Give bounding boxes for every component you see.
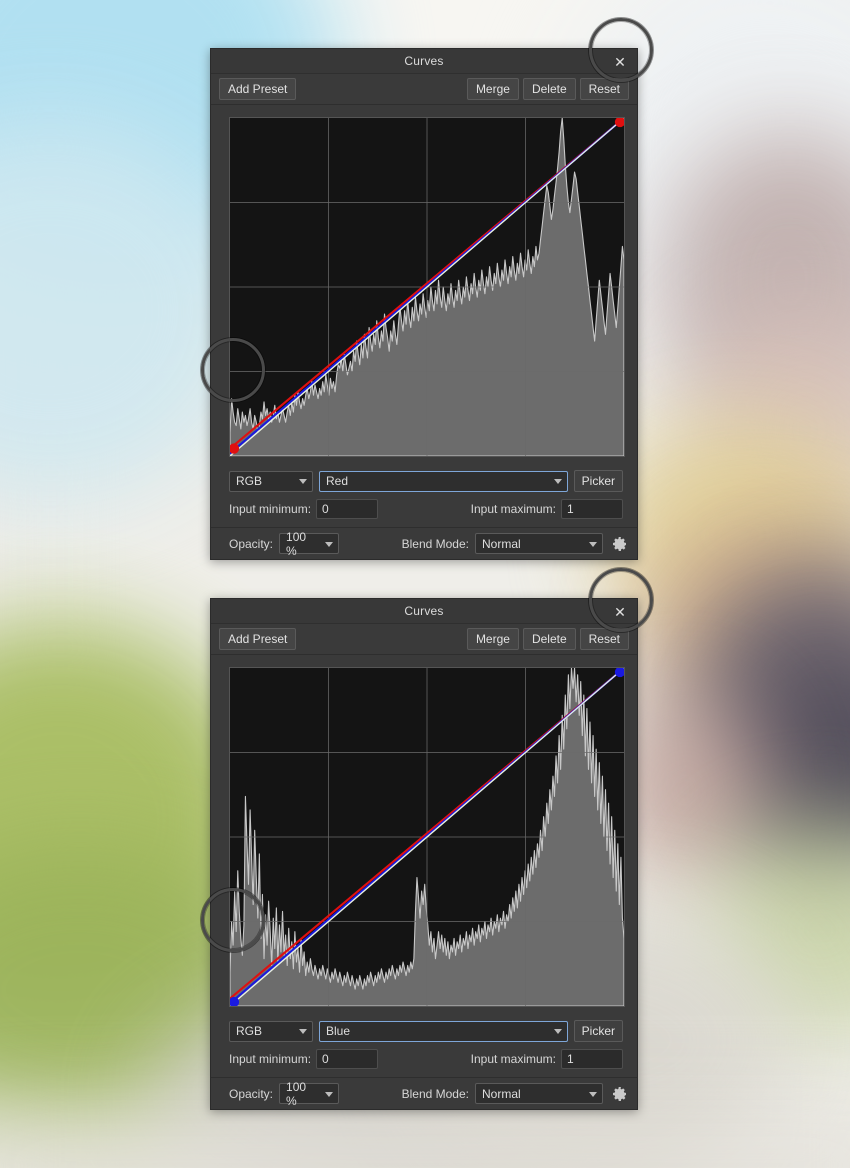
curves-plot-svg[interactable] [230,118,624,456]
input-range-row: Input minimum: Input maximum: [211,1045,637,1077]
close-icon[interactable]: ✕ [607,601,633,622]
input-minimum-label: Input minimum: [229,502,312,516]
colorspace-value: RGB [236,474,263,488]
chevron-down-icon [325,1091,334,1097]
curves-plot-svg[interactable] [230,668,624,1006]
curves-dialog-blue[interactable]: Curves ✕ Add Preset Merge Delete Reset R… [201,568,653,1110]
input-minimum-label: Input minimum: [229,1052,312,1066]
gear-icon[interactable] [611,535,629,553]
input-minimum-field[interactable] [316,1049,379,1069]
page-title: Curves [404,54,444,68]
blend-mode-dropdown[interactable]: Normal [475,1083,603,1104]
channel-value: Blue [326,1024,351,1038]
picker-button[interactable]: Picker [573,470,623,492]
channel-dropdown[interactable]: Blue [319,1020,568,1042]
chevron-down-icon [299,1029,307,1034]
colorspace-dropdown[interactable]: RGB [229,1020,313,1042]
channel-row: RGB Red Picker [211,467,637,495]
add-preset-button[interactable]: Add Preset [219,78,297,100]
opacity-label: Opacity: [229,536,274,551]
blend-mode-dropdown[interactable]: Normal [475,533,603,554]
chevron-down-icon [325,541,334,547]
chevron-down-icon [553,1029,562,1034]
reset-button[interactable]: Reset [579,628,629,650]
curves-dialog-red[interactable]: Curves ✕ Add Preset Merge Delete Reset R… [201,18,653,560]
opacity-value: 100 % [286,1079,307,1108]
dialog-toolbar: Add Preset Merge Delete Reset [211,74,637,105]
titlebar[interactable]: Curves ✕ [211,599,637,624]
dialog-footer: Opacity: 100 % Blend Mode: Normal [211,527,637,559]
graph-container [201,18,653,467]
gear-icon[interactable] [611,1085,629,1103]
backdrop-blob [0,1120,850,1168]
channel-value: Red [326,474,349,488]
chevron-down-icon [589,1091,597,1097]
input-range-row: Input minimum: Input maximum: [211,495,637,527]
colorspace-dropdown[interactable]: RGB [229,470,313,492]
dialog-toolbar: Add Preset Merge Delete Reset [211,624,637,655]
merge-button[interactable]: Merge [466,628,519,650]
blend-mode-label: Blend Mode: [401,1086,469,1101]
blend-mode-value: Normal [482,536,521,551]
graph-container [201,568,653,1017]
curves-graph-blue[interactable] [229,667,625,1007]
opacity-label: Opacity: [229,1086,274,1101]
input-minimum-field[interactable] [316,499,379,519]
input-maximum-label: Input maximum: [470,502,556,516]
colorspace-value: RGB [236,1024,263,1038]
input-maximum-field[interactable] [561,499,623,519]
delete-button[interactable]: Delete [522,78,576,100]
close-icon[interactable]: ✕ [607,51,633,72]
titlebar[interactable]: Curves ✕ [211,49,637,74]
curves-graph-red[interactable] [229,117,625,457]
blend-mode-label: Blend Mode: [401,536,469,551]
reset-button[interactable]: Reset [579,78,629,100]
merge-button[interactable]: Merge [466,78,519,100]
dialog-footer: Opacity: 100 % Blend Mode: Normal [211,1077,637,1109]
chevron-down-icon [299,479,307,484]
input-maximum-field[interactable] [561,1049,623,1069]
add-preset-button[interactable]: Add Preset [219,628,297,650]
channel-row: RGB Blue Picker [211,1017,637,1045]
blend-mode-value: Normal [482,1086,521,1101]
chevron-down-icon [553,479,562,484]
picker-button[interactable]: Picker [573,1020,623,1042]
input-maximum-label: Input maximum: [470,1052,556,1066]
opacity-dropdown[interactable]: 100 % [279,1080,340,1108]
page-title: Curves [404,604,444,618]
opacity-dropdown[interactable]: 100 % [279,530,340,558]
opacity-value: 100 % [286,529,307,558]
chevron-down-icon [589,541,597,547]
channel-dropdown[interactable]: Red [319,470,568,492]
delete-button[interactable]: Delete [522,628,576,650]
